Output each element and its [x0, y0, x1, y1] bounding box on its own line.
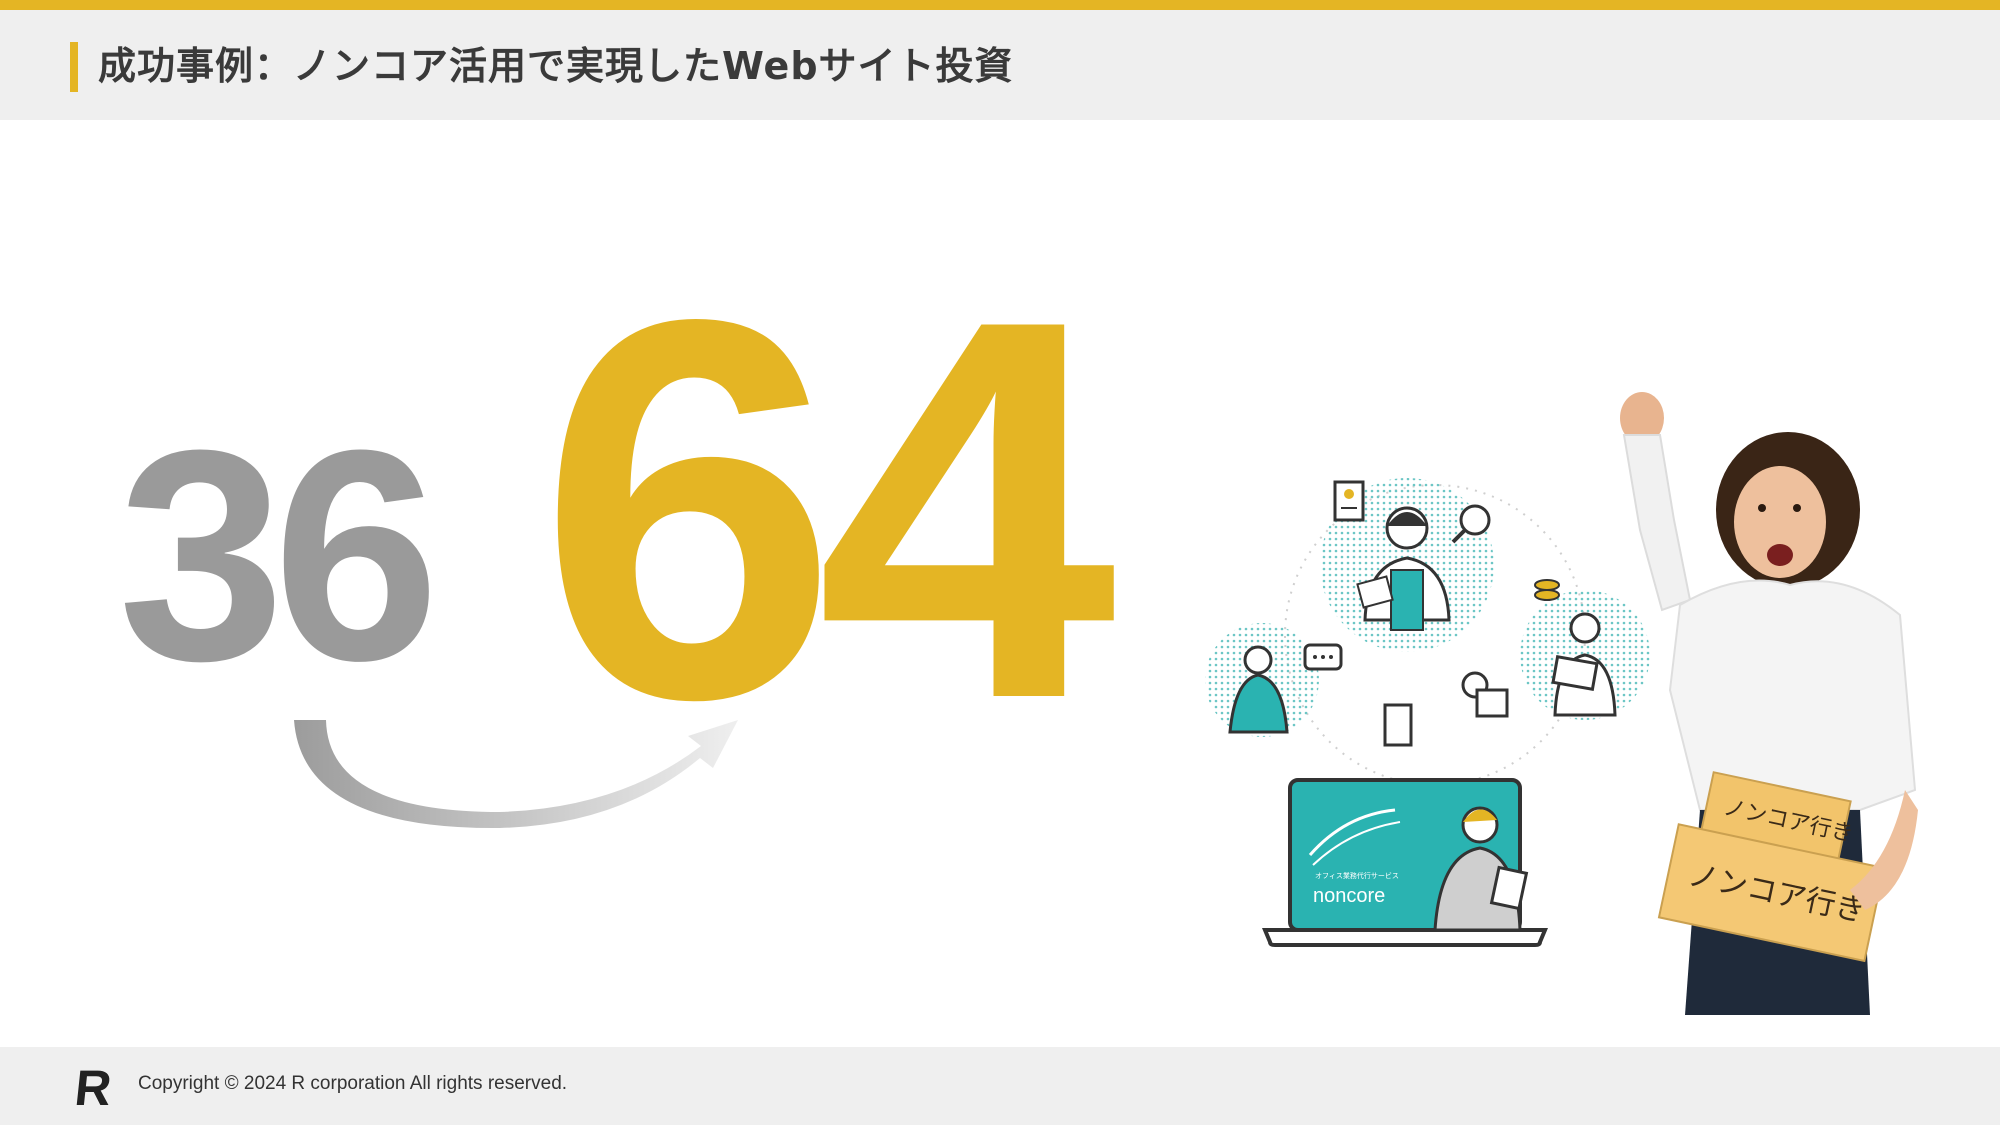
footer: R Copyright © 2024 R corporation All rig…	[0, 1047, 2000, 1125]
document-icon	[1333, 480, 1365, 522]
top-accent-bar	[0, 0, 2000, 10]
metric-after: 64	[538, 208, 1117, 811]
logo-letter: R	[76, 1061, 114, 1111]
laptop-brand-caption: オフィス業務代行サービス	[1315, 871, 1399, 880]
laptop-brand-name: noncore	[1313, 885, 1385, 907]
growth-arrow-icon	[294, 720, 738, 829]
copyright-text: Copyright © 2024 R corporation All right…	[138, 1073, 568, 1094]
title-accent-bar	[70, 42, 78, 92]
page-title: 成功事例：ノンコア活用で実現したWebサイト投資	[98, 44, 1014, 88]
company-logo-icon: R	[76, 1061, 114, 1111]
search-person-icon	[1459, 504, 1491, 536]
building-icon	[1383, 703, 1413, 747]
calendar-icon	[1475, 688, 1509, 718]
cheering-woman-photo: ノンコア行き ノンコア行き	[1620, 392, 1918, 1015]
slide-header: 成功事例：ノンコア活用で実現したWebサイト投資	[0, 10, 2000, 120]
metric-before: 36	[118, 387, 440, 723]
coins-icon	[1534, 589, 1560, 601]
